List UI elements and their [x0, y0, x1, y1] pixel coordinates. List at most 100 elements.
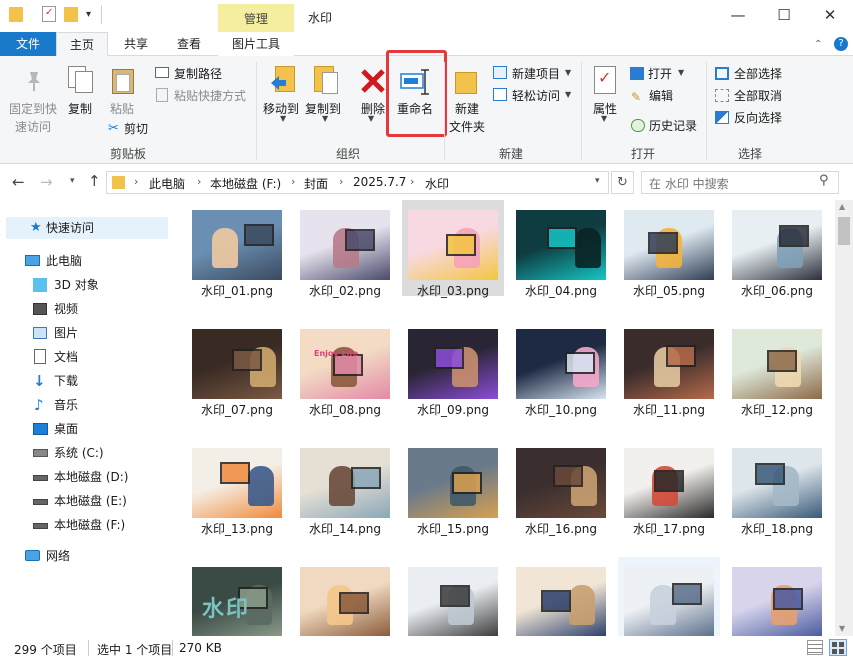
breadcrumb-separator-icon[interactable]: › [134, 175, 138, 188]
nav-3d-objects[interactable]: 3D 对象 [6, 274, 168, 296]
easy-access-button[interactable]: 轻松访问 [512, 87, 560, 104]
easy-access-dropdown-icon[interactable]: ▼ [565, 90, 571, 99]
ribbon-minimize-icon[interactable]: ⌃ [814, 39, 822, 50]
file-tile[interactable]: 水印_16.png [510, 438, 612, 536]
nav-network[interactable]: 网络 [6, 545, 168, 567]
new-folder-icon[interactable] [64, 7, 78, 22]
file-tile[interactable] [726, 557, 828, 636]
file-tile[interactable]: 水印_10.png [510, 319, 612, 417]
maximize-button[interactable]: ☐ [761, 0, 807, 30]
file-tile[interactable] [294, 557, 396, 636]
select-none-button[interactable]: 全部取消 [734, 87, 782, 104]
nav-pictures[interactable]: 图片 [6, 322, 168, 344]
close-button[interactable]: ✕ [807, 0, 853, 30]
file-tile[interactable] [618, 557, 720, 636]
file-tile[interactable]: 水印_05.png [618, 200, 720, 298]
scrollbar-thumb[interactable] [838, 217, 850, 245]
properties-dropdown-icon[interactable]: ▼ [601, 114, 607, 123]
forward-arrow-icon[interactable]: → [40, 173, 53, 191]
new-folder-button-1[interactable]: 新建 [455, 100, 479, 117]
tab-view[interactable]: 查看 [164, 32, 214, 56]
breadcrumb-separator-icon[interactable]: › [197, 175, 201, 188]
properties-icon[interactable]: ✓ [42, 6, 56, 22]
quick-access-toolbar-dropdown[interactable]: ▾ [86, 9, 91, 20]
context-tab-manage[interactable]: 管理 [218, 10, 294, 27]
pin-quick-access-label-1[interactable]: 固定到快 [9, 100, 57, 117]
file-tile[interactable] [510, 557, 612, 636]
file-tile[interactable]: 水印_09.png [402, 319, 504, 417]
file-tile[interactable]: 水印_14.png [294, 438, 396, 536]
file-tile[interactable]: 水印_06.png [726, 200, 828, 298]
search-icon[interactable]: ⚲ [819, 173, 829, 188]
file-tile[interactable]: 水印_11.png [618, 319, 720, 417]
edit-button[interactable]: 编辑 [649, 87, 673, 104]
nav-music[interactable]: ♪ 音乐 [6, 394, 168, 416]
vertical-scrollbar[interactable]: ▲ ▼ [835, 200, 853, 636]
history-button[interactable]: 历史记录 [649, 117, 697, 134]
tab-home[interactable]: 主页 [56, 32, 108, 57]
paste-button[interactable]: 粘贴 [110, 100, 134, 117]
file-tile[interactable]: 水印_04.png [510, 200, 612, 298]
file-tile[interactable]: 水印_13.png [186, 438, 288, 536]
file-tile[interactable]: 水印_07.png [186, 319, 288, 417]
new-item-button[interactable]: 新建项目 [512, 65, 560, 82]
address-dropdown-icon[interactable]: ▾ [595, 176, 600, 186]
recent-locations-chevron-icon[interactable]: ▾ [70, 176, 75, 186]
invert-selection-button[interactable]: 反向选择 [734, 109, 782, 126]
nav-videos[interactable]: 视频 [6, 298, 168, 320]
select-all-button[interactable]: 全部选择 [734, 65, 782, 82]
open-dropdown-icon[interactable]: ▼ [678, 68, 684, 77]
new-folder-button-2[interactable]: 文件夹 [449, 118, 485, 135]
file-tile[interactable]: 水印_01.png [186, 200, 288, 298]
paste-shortcut-button[interactable]: 粘贴快捷方式 [174, 87, 246, 104]
delete-dropdown-icon[interactable]: ▼ [368, 114, 374, 123]
nav-downloads[interactable]: ↓ 下载 [6, 370, 168, 392]
nav-drive-d[interactable]: 本地磁盘 (D:) [6, 466, 168, 488]
nav-documents[interactable]: 文档 [6, 346, 168, 368]
minimize-button[interactable]: — [715, 0, 761, 30]
file-tile[interactable]: 水印_17.png [618, 438, 720, 536]
nav-drive-c[interactable]: 系统 (C:) [6, 442, 168, 464]
nav-drive-e[interactable]: 本地磁盘 (E:) [6, 490, 168, 512]
refresh-icon[interactable]: ↻ [611, 171, 634, 194]
large-icons-view-icon[interactable] [829, 639, 847, 656]
scroll-up-icon[interactable]: ▲ [839, 202, 845, 211]
move-to-dropdown-icon[interactable]: ▼ [280, 114, 286, 123]
breadcrumb-separator-icon[interactable]: › [291, 175, 295, 188]
file-tile-selected[interactable]: 水印_03.png [402, 200, 504, 298]
file-tile[interactable]: 水印_18.png [726, 438, 828, 536]
rename-button[interactable]: 重命名 [397, 100, 433, 117]
nav-quick-access[interactable]: ★ 快速访问 [6, 217, 168, 239]
copy-button[interactable]: 复制 [68, 100, 92, 117]
pin-quick-access-label-2[interactable]: 速访问 [15, 118, 51, 135]
file-tile[interactable] [402, 557, 504, 636]
open-button[interactable]: 打开 [648, 65, 672, 82]
file-tile[interactable]: 水印_12.png [726, 319, 828, 417]
new-item-dropdown-icon[interactable]: ▼ [565, 68, 571, 77]
breadcrumb-drive-f[interactable]: 本地磁盘 (F:) [210, 175, 281, 192]
breadcrumb-date[interactable]: 2025.7.7 [353, 175, 406, 189]
breadcrumb-separator-icon[interactable]: › [339, 175, 343, 188]
tab-picture-tools[interactable]: 图片工具 [218, 32, 294, 56]
breadcrumb-this-pc[interactable]: 此电脑 [149, 175, 185, 192]
file-tile[interactable]: Enjoy Life 水印_08.png [294, 319, 396, 417]
nav-this-pc[interactable]: 此电脑 [6, 250, 168, 272]
tab-share[interactable]: 共享 [110, 32, 162, 56]
file-tile[interactable]: 水印 [186, 557, 288, 636]
cut-button[interactable]: 剪切 [124, 120, 148, 137]
file-tile[interactable]: 水印_15.png [402, 438, 504, 536]
scroll-down-icon[interactable]: ▼ [839, 624, 845, 633]
breadcrumb-watermark[interactable]: 水印 [425, 175, 449, 192]
breadcrumb-separator-icon[interactable]: › [410, 175, 414, 188]
up-arrow-icon[interactable]: ↑ [88, 172, 101, 190]
copy-path-button[interactable]: 复制路径 [174, 65, 222, 82]
back-arrow-icon[interactable]: ← [12, 173, 25, 191]
help-icon[interactable]: ? [834, 37, 848, 51]
nav-desktop[interactable]: 桌面 [6, 418, 168, 440]
file-tile[interactable]: 水印_02.png [294, 200, 396, 298]
tab-file[interactable]: 文件 [0, 32, 56, 56]
breadcrumb-cover[interactable]: 封面 [304, 175, 328, 192]
nav-drive-f[interactable]: 本地磁盘 (F:) [6, 514, 168, 536]
copy-to-dropdown-icon[interactable]: ▼ [322, 114, 328, 123]
details-view-icon[interactable] [807, 640, 823, 655]
